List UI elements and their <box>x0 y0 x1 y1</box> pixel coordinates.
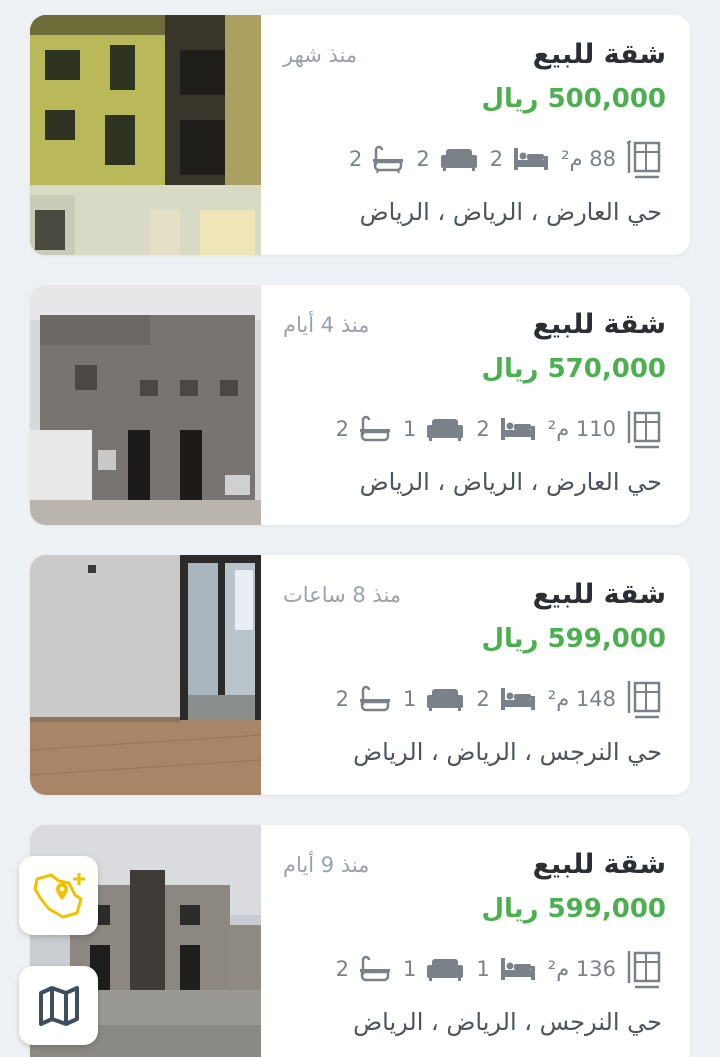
listing-info: شقة للبيع منذ 4 أيام 570,000 ريال 110 م² <box>261 285 690 525</box>
bedrooms-value: 2 <box>489 147 504 171</box>
listing-photo[interactable] <box>30 15 261 255</box>
listing-specs: 136 م² 1 1 2 <box>336 949 662 989</box>
listing-price: 570,000 ريال <box>481 354 666 384</box>
spec-bedrooms: 2 <box>490 146 549 172</box>
listing-specs: 110 م² 2 1 2 <box>336 409 662 449</box>
listing-photo[interactable] <box>30 555 261 795</box>
bathrooms-value: 2 <box>335 417 350 441</box>
spec-area: 110 م² <box>548 409 662 449</box>
listing-card[interactable]: شقة للبيع منذ 8 ساعات 599,000 ريال 148 م… <box>30 555 690 795</box>
bed-icon <box>500 958 535 980</box>
spec-bathrooms: 2 <box>336 955 391 983</box>
bed-icon <box>500 688 535 710</box>
bedrooms-value: 2 <box>476 687 490 711</box>
area-value: 148 م² <box>547 687 616 711</box>
spec-livingrooms: 1 <box>403 416 464 442</box>
add-location-button[interactable] <box>19 856 98 935</box>
livingrooms-value: 2 <box>416 147 430 171</box>
livingrooms-value: 1 <box>403 687 417 711</box>
map-view-button[interactable] <box>19 966 98 1045</box>
spec-bedrooms: 2 <box>476 416 535 442</box>
building-exterior-photo <box>30 15 261 255</box>
listing-card[interactable]: شقة للبيع منذ 4 أيام 570,000 ريال 110 م² <box>30 285 690 525</box>
area-value: 110 م² <box>547 417 616 441</box>
bathtub-icon <box>373 145 404 173</box>
spec-livingrooms: 1 <box>403 686 464 712</box>
spec-area: 88 م² <box>561 139 662 179</box>
spec-bedrooms: 2 <box>476 686 535 712</box>
spec-bathrooms: 2 <box>349 145 404 173</box>
bed-icon <box>514 148 549 170</box>
area-icon <box>627 411 661 449</box>
listing-photo[interactable] <box>30 285 261 525</box>
saudi-map-add-location-icon <box>33 872 85 918</box>
listing-info: شقة للبيع منذ شهر 500,000 ريال 88 م² 2 2… <box>261 15 690 255</box>
listing-title: شقة للبيع <box>532 849 666 880</box>
spec-livingrooms: 1 <box>403 956 464 982</box>
listing-info: شقة للبيع منذ 9 أيام 599,000 ريال 136 م² <box>261 825 690 1057</box>
listing-location: حي النرجس ، الرياض ، الرياض <box>353 1008 662 1036</box>
sofa-icon <box>427 959 464 981</box>
area-icon <box>627 681 661 719</box>
bedrooms-value: 2 <box>476 417 490 441</box>
listing-specs: 148 م² 2 1 2 <box>336 679 662 719</box>
sofa-icon <box>427 419 464 441</box>
building-exterior-photo <box>30 285 261 525</box>
area-icon <box>627 951 661 989</box>
listings-list: شقة للبيع منذ شهر 500,000 ريال 88 م² 2 2… <box>0 0 720 1057</box>
listing-location: حي العارض ، الرياض ، الرياض <box>359 198 662 226</box>
bathrooms-value: 2 <box>335 687 350 711</box>
livingrooms-value: 1 <box>403 957 417 981</box>
listing-title: شقة للبيع <box>532 309 666 340</box>
listing-location: حي العارض ، الرياض ، الرياض <box>359 468 662 496</box>
sofa-icon <box>427 689 464 711</box>
area-value: 88 م² <box>561 147 616 171</box>
bed-icon <box>500 418 535 440</box>
listing-info: شقة للبيع منذ 8 ساعات 599,000 ريال 148 م… <box>261 555 690 795</box>
bathtub-icon <box>360 685 391 712</box>
folded-map-icon <box>38 985 79 1026</box>
listing-specs: 88 م² 2 2 2 <box>349 139 662 179</box>
listing-time: منذ 8 ساعات <box>283 583 402 607</box>
spec-livingrooms: 2 <box>416 146 477 172</box>
interior-room-photo <box>30 555 261 795</box>
listing-price: 500,000 ريال <box>481 84 666 114</box>
sofa-icon <box>440 149 477 171</box>
spec-bathrooms: 2 <box>336 415 391 443</box>
listing-time: منذ 9 أيام <box>283 853 370 877</box>
bathrooms-value: 2 <box>349 147 363 171</box>
bedrooms-value: 1 <box>476 957 490 981</box>
listing-title: شقة للبيع <box>532 579 666 610</box>
listing-price: 599,000 ريال <box>481 894 666 924</box>
listing-location: حي النرجس ، الرياض ، الرياض <box>353 738 662 766</box>
bathtub-icon <box>360 415 391 442</box>
spec-bedrooms: 1 <box>476 956 535 982</box>
bathrooms-value: 2 <box>335 957 350 981</box>
listing-title: شقة للبيع <box>532 39 666 70</box>
listing-card[interactable]: شقة للبيع منذ 9 أيام 599,000 ريال 136 م² <box>30 825 690 1057</box>
listing-time: منذ 4 أيام <box>283 313 370 337</box>
spec-area: 148 م² <box>548 679 662 719</box>
listing-card[interactable]: شقة للبيع منذ شهر 500,000 ريال 88 م² 2 2… <box>30 15 690 255</box>
listing-time: منذ شهر <box>283 43 358 67</box>
listing-price: 599,000 ريال <box>481 624 666 654</box>
area-value: 136 م² <box>547 957 616 981</box>
bathtub-icon <box>360 955 391 982</box>
spec-bathrooms: 2 <box>336 685 391 713</box>
livingrooms-value: 1 <box>403 417 417 441</box>
area-icon <box>626 140 661 179</box>
spec-area: 136 م² <box>548 949 662 989</box>
